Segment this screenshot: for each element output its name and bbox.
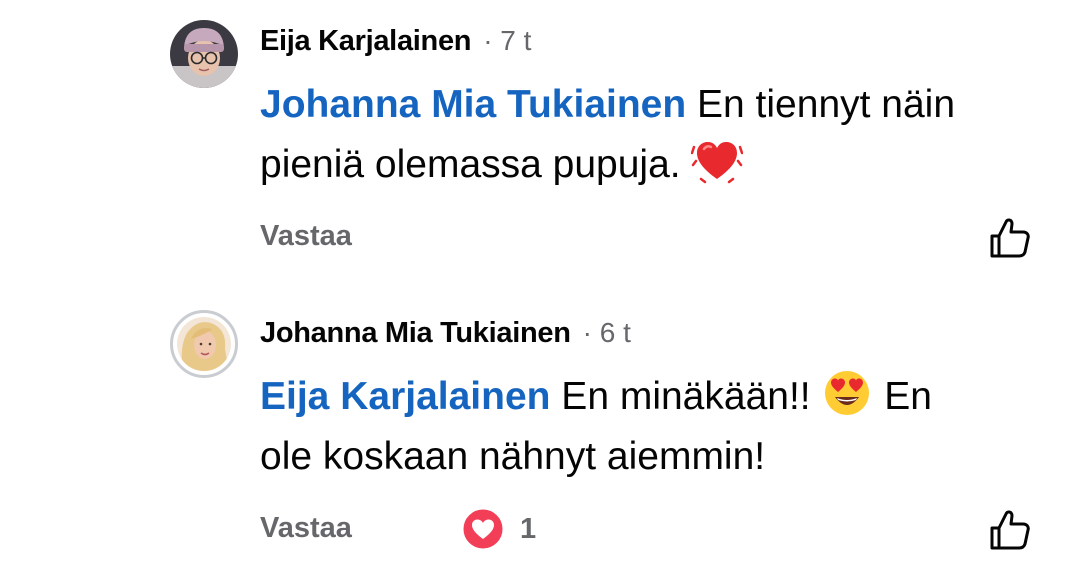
time-value: 7 t — [500, 25, 532, 56]
reaction-count: 1 — [520, 512, 537, 545]
comment-text: En — [873, 375, 932, 418]
heart-reaction-icon — [460, 506, 506, 552]
avatar-eija[interactable] — [170, 20, 238, 88]
author-name[interactable]: Johanna Mia Tukiainen — [260, 317, 571, 350]
time-value: 6 t — [599, 317, 631, 348]
vibrating-heart-icon — [691, 135, 744, 187]
mention-link[interactable]: Eija Karjalainen — [260, 375, 550, 418]
thumbs-up-icon — [990, 510, 1030, 550]
comment-body: Eija Karjalainen En minäkään!! En ole ko… — [260, 367, 1050, 487]
reaction-summary[interactable]: 1 — [460, 506, 536, 552]
avatar-image — [177, 317, 231, 371]
comment-text: ole koskaan nähnyt aiemmin! — [260, 435, 766, 478]
avatar-image — [170, 20, 238, 88]
comment-text: En minäkään!! — [550, 375, 822, 418]
comment-text: En tiennyt näin — [686, 83, 956, 126]
comment-header: Johanna Mia Tukiainen · 6 t — [260, 313, 631, 353]
thumbs-up-icon — [990, 218, 1030, 258]
separator: · — [582, 317, 592, 348]
separator: · — [483, 25, 493, 56]
like-button[interactable] — [986, 506, 1034, 554]
timestamp[interactable]: · 6 t — [583, 317, 631, 349]
author-name[interactable]: Eija Karjalainen — [260, 25, 471, 58]
like-button[interactable] — [986, 214, 1034, 262]
reply-button[interactable]: Vastaa — [260, 508, 352, 548]
timestamp[interactable]: · 7 t — [483, 25, 531, 57]
reply-button[interactable]: Vastaa — [260, 216, 352, 256]
avatar-johanna[interactable] — [170, 310, 238, 378]
comment-body: Johanna Mia Tukiainen En tiennyt näin pi… — [260, 75, 1050, 195]
comment-text: pieniä olemassa pupuja. — [260, 143, 692, 186]
heart-eyes-icon — [821, 367, 873, 419]
mention-link[interactable]: Johanna Mia Tukiainen — [260, 83, 686, 126]
comment-header: Eija Karjalainen · 7 t — [260, 21, 531, 61]
